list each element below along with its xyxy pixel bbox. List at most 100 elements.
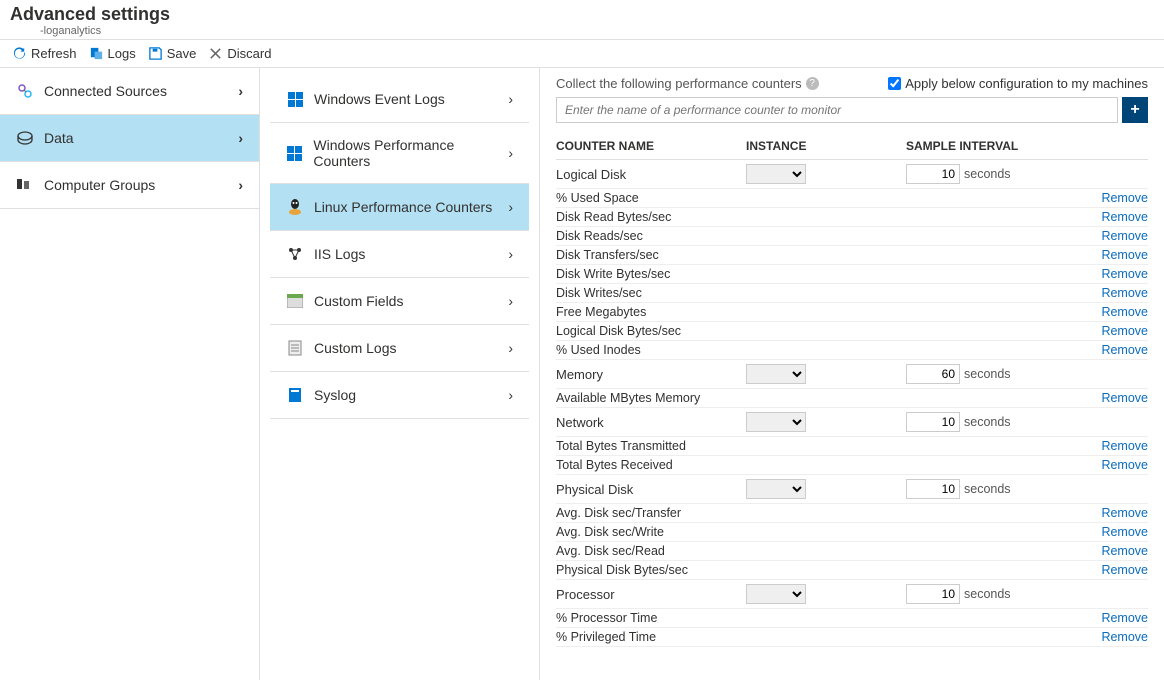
nav-item-data[interactable]: Data› [0,115,259,162]
instance-select[interactable] [746,164,806,184]
remove-link[interactable]: Remove [1101,286,1148,300]
subnav-label: Windows Event Logs [314,91,445,107]
counter-group-row: Processorseconds [556,580,1148,609]
save-icon [148,46,163,61]
instance-select[interactable] [746,412,806,432]
seconds-label: seconds [964,415,1011,429]
counter-name: % Used Space [556,191,852,205]
apply-config-checkbox[interactable]: Apply below configuration to my machines [888,76,1148,91]
counter-row: % Processor TimeRemove [556,609,1148,628]
remove-link[interactable]: Remove [1101,439,1148,453]
syslog-icon [288,387,302,403]
groups-icon [16,176,34,194]
remove-link[interactable]: Remove [1101,544,1148,558]
instance-select[interactable] [746,479,806,499]
counter-row: Total Bytes Received Remove [556,456,1148,475]
add-counter-button[interactable]: + [1122,97,1148,123]
customlogs-icon [288,340,302,356]
remove-link[interactable]: Remove [1101,611,1148,625]
remove-link[interactable]: Remove [1101,458,1148,472]
iis-icon [287,246,303,262]
counter-row: Free Megabytes Remove [556,303,1148,322]
refresh-button[interactable]: Refresh [12,46,77,61]
counter-row: Avg. Disk sec/TransferRemove [556,504,1148,523]
group-name: Logical Disk [556,167,746,182]
chevron-right-icon: › [508,246,513,262]
counter-row: Total Bytes Transmitted Remove [556,437,1148,456]
instance-select[interactable] [746,584,806,604]
counter-name: % Used Inodes [556,343,852,357]
chevron-right-icon: › [238,177,243,193]
counters-table-header: COUNTER NAME INSTANCE SAMPLE INTERVAL [556,133,1148,160]
logs-button[interactable]: Logs [89,46,136,61]
counter-group-row: Logical Disk seconds [556,160,1148,189]
discard-icon [208,46,223,61]
nav-item-connected-sources[interactable]: Connected Sources› [0,68,259,115]
nav-item-computer-groups[interactable]: Computer Groups› [0,162,259,209]
chevron-right-icon: › [508,293,513,309]
subnav-label: Windows Performance Counters [313,137,508,169]
apply-config-input[interactable] [888,77,901,90]
remove-link[interactable]: Remove [1101,305,1148,319]
counter-name: Total Bytes Transmitted [556,439,852,453]
counter-name: Logical Disk Bytes/sec [556,324,852,338]
counter-row: Logical Disk Bytes/sec Remove [556,322,1148,341]
remove-link[interactable]: Remove [1101,506,1148,520]
chevron-right-icon: › [508,145,513,161]
instance-select[interactable] [746,364,806,384]
help-icon[interactable]: ? [806,77,819,90]
discard-button[interactable]: Discard [208,46,271,61]
counter-group-row: Physical Diskseconds [556,475,1148,504]
col-header-interval: SAMPLE INTERVAL [906,139,1046,153]
windows-icon [288,92,303,107]
subnav-item-windows-event-logs[interactable]: Windows Event Logs› [270,76,529,123]
windows-icon [287,146,302,161]
save-button[interactable]: Save [148,46,197,61]
interval-input[interactable] [906,164,960,184]
remove-link[interactable]: Remove [1101,630,1148,644]
chevron-right-icon: › [508,199,513,215]
counter-group-row: Memoryseconds [556,360,1148,389]
counters-panel: Collect the following performance counte… [540,68,1164,680]
counter-row: Disk Writes/secRemove [556,284,1148,303]
seconds-label: seconds [964,167,1011,181]
subnav-item-custom-logs[interactable]: Custom Logs› [270,325,529,372]
subnav-item-custom-fields[interactable]: Custom Fields› [270,278,529,325]
subnav-item-iis-logs[interactable]: IIS Logs› [270,231,529,278]
counter-row: Avg. Disk sec/WriteRemove [556,523,1148,542]
counter-row: Disk Transfers/secRemove [556,246,1148,265]
remove-link[interactable]: Remove [1101,248,1148,262]
subnav-item-syslog[interactable]: Syslog› [270,372,529,419]
refresh-icon [12,46,27,61]
remove-link[interactable]: Remove [1101,267,1148,281]
remove-link[interactable]: Remove [1101,563,1148,577]
remove-link[interactable]: Remove [1101,191,1148,205]
primary-nav: Connected Sources›Data›Computer Groups› [0,68,260,680]
remove-link[interactable]: Remove [1101,229,1148,243]
remove-link[interactable]: Remove [1101,525,1148,539]
counter-name: Disk Write Bytes/sec [556,267,852,281]
secondary-nav: Windows Event Logs›Windows Performance C… [260,68,540,680]
counter-name: Total Bytes Received [556,458,852,472]
interval-input[interactable] [906,412,960,432]
interval-input[interactable] [906,364,960,384]
chevron-right-icon: › [238,130,243,146]
remove-link[interactable]: Remove [1101,343,1148,357]
counter-name: Avg. Disk sec/Read [556,544,852,558]
subnav-label: Linux Performance Counters [314,199,492,215]
interval-input[interactable] [906,584,960,604]
subnav-label: Syslog [314,387,356,403]
remove-link[interactable]: Remove [1101,391,1148,405]
counter-row: % Used Space Remove [556,189,1148,208]
counter-row: Physical Disk Bytes/sec Remove [556,561,1148,580]
counter-name: Free Megabytes [556,305,852,319]
seconds-label: seconds [964,482,1011,496]
counter-name: Physical Disk Bytes/sec [556,563,852,577]
subnav-item-windows-performance-counters[interactable]: Windows Performance Counters› [270,123,529,184]
counter-row: Avg. Disk sec/Read Remove [556,542,1148,561]
subnav-item-linux-performance-counters[interactable]: Linux Performance Counters › [270,184,529,231]
interval-input[interactable] [906,479,960,499]
remove-link[interactable]: Remove [1101,324,1148,338]
counter-search-input[interactable] [556,97,1118,123]
remove-link[interactable]: Remove [1101,210,1148,224]
